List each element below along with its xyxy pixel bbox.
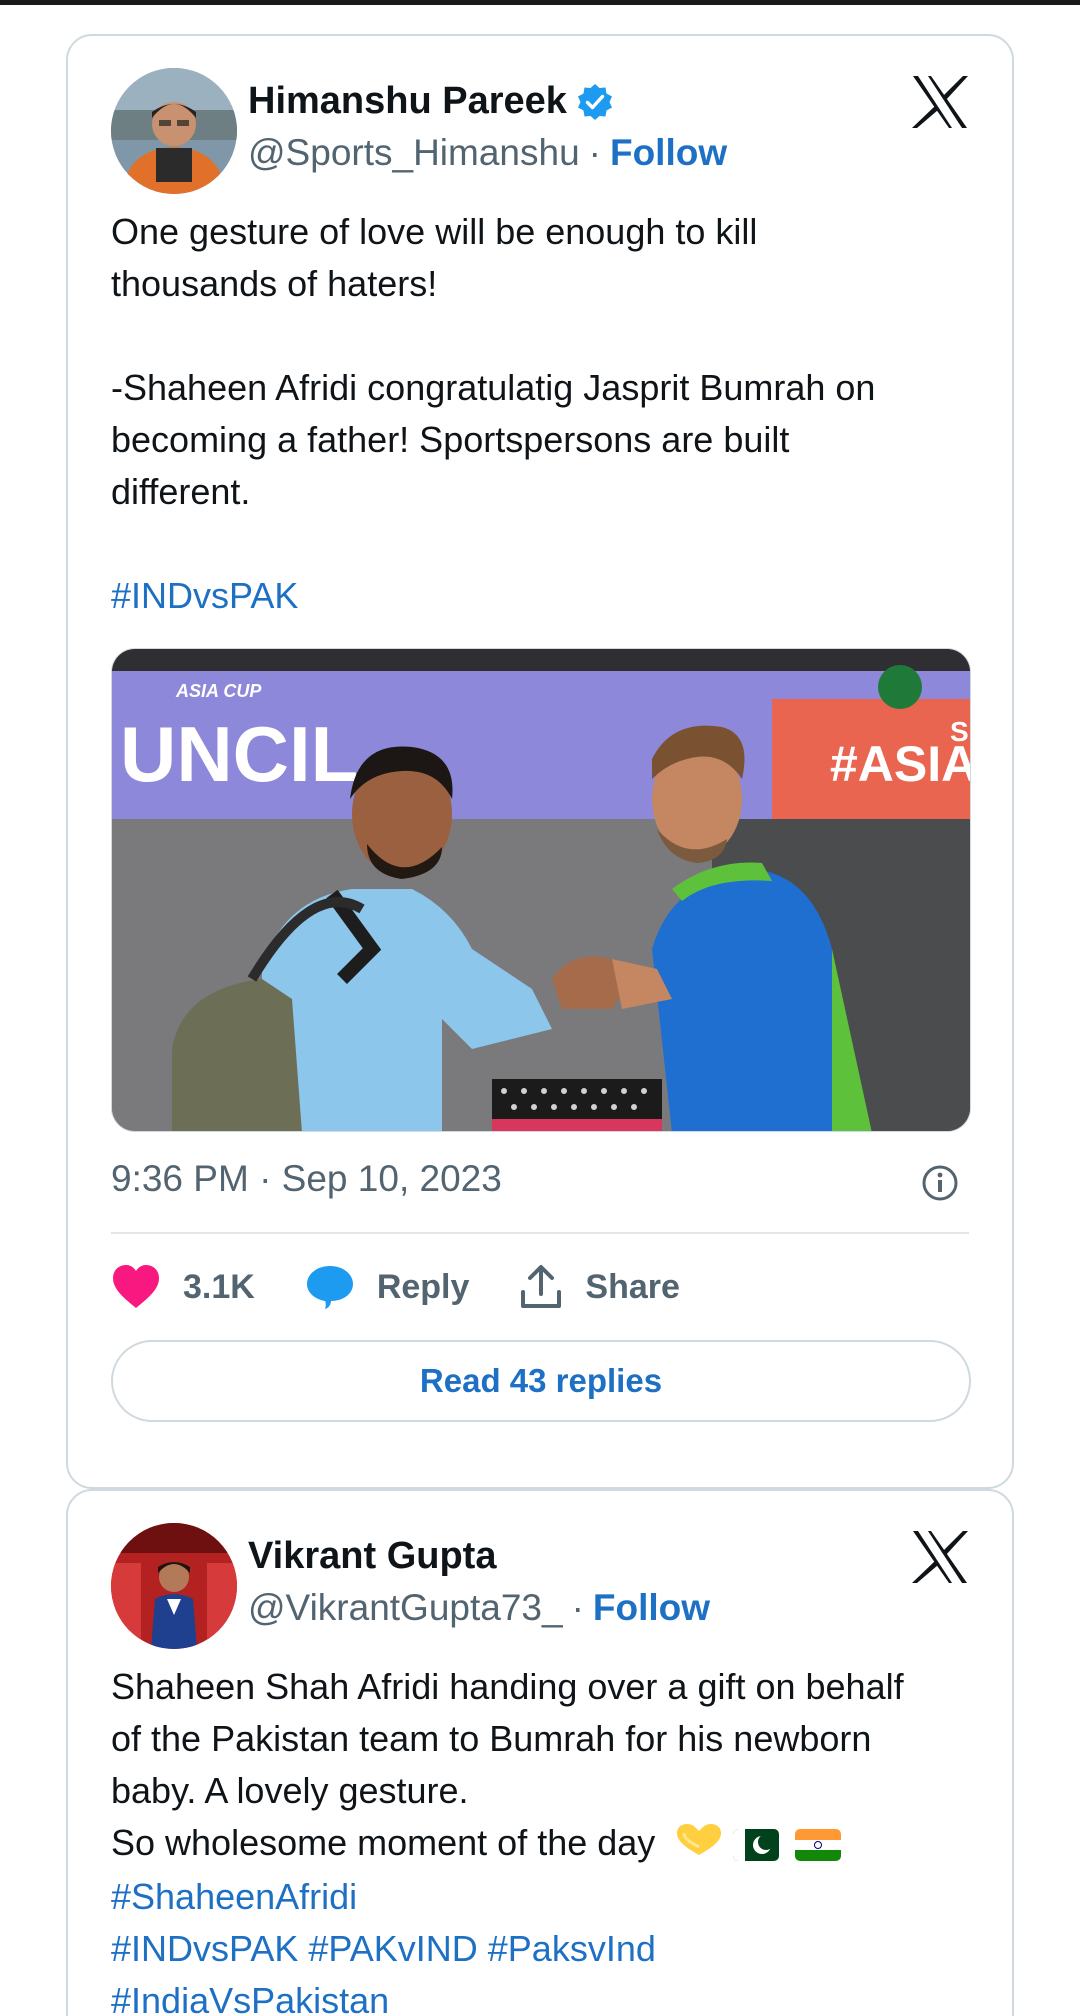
tweet-header: Himanshu Pareek @Sports_Himanshu · Follo… xyxy=(111,36,969,206)
tweet-text-line: One gesture of love will be enough to ki… xyxy=(111,211,758,252)
pakistan-flag-emoji xyxy=(733,1829,780,1862)
separator-dot: · xyxy=(588,132,601,173)
tweet-text-line: thousands of haters! xyxy=(111,263,438,304)
info-icon[interactable] xyxy=(921,1164,959,1202)
reply-button[interactable]: Reply xyxy=(305,1264,470,1310)
hashtag-link[interactable]: #ShaheenAfridi xyxy=(111,1871,969,1923)
share-label: Share xyxy=(585,1267,680,1306)
x-logo-icon[interactable] xyxy=(911,1529,969,1585)
tweet-card-1[interactable]: Himanshu Pareek @Sports_Himanshu · Follo… xyxy=(66,34,1014,1489)
heart-icon xyxy=(113,1265,159,1308)
separator-dot: · xyxy=(571,1587,584,1628)
follow-button[interactable]: Follow xyxy=(593,1587,710,1629)
author-name[interactable]: Himanshu Pareek xyxy=(248,80,567,123)
tweet-text-line: becoming a father! Sportspersons are bui… xyxy=(111,419,790,460)
x-logo-icon[interactable] xyxy=(911,74,969,130)
tweet-text-line: -Shaheen Afridi congratulatig Jasprit Bu… xyxy=(111,367,876,408)
tweet-card-2[interactable]: Vikrant Gupta @VikrantGupta73_ · Follow … xyxy=(66,1489,1014,2016)
avatar[interactable] xyxy=(111,1523,237,1649)
share-icon xyxy=(521,1265,562,1308)
reply-label: Reply xyxy=(376,1267,470,1306)
top-divider xyxy=(0,0,1080,5)
tweet-text-segment: So wholesome moment of the day xyxy=(111,1822,656,1863)
yellow-heart-emoji xyxy=(675,1819,723,1871)
handle-row: @VikrantGupta73_ · Follow xyxy=(248,1587,710,1629)
verified-badge-icon xyxy=(577,83,612,120)
share-button[interactable]: Share xyxy=(519,1264,680,1310)
tweet-text-line: of the Pakistan team to Bumrah for his n… xyxy=(111,1718,872,1759)
tweet-text-line xyxy=(111,310,969,362)
author-handle[interactable]: @Sports_Himanshu xyxy=(248,132,580,174)
timestamp[interactable]: 9:36 PM · Sep 10, 2023 xyxy=(111,1158,502,1200)
banner-text-right-small: S xyxy=(950,716,969,747)
tweet-text-line: baby. A lovely gesture. xyxy=(111,1770,469,1811)
tweet-header: Vikrant Gupta @VikrantGupta73_ · Follow xyxy=(111,1491,969,1661)
handle-row: @Sports_Himanshu · Follow xyxy=(248,132,727,174)
avatar[interactable] xyxy=(111,68,237,194)
tweet-text: One gesture of love will be enough to ki… xyxy=(111,206,969,622)
tweet-meta: 9:36 PM · Sep 10, 2023 xyxy=(111,1132,969,1234)
read-replies-button[interactable]: Read 43 replies xyxy=(111,1340,971,1422)
tweet-text-line: different. xyxy=(111,471,251,512)
action-bar: 3.1K Reply Share xyxy=(111,1234,969,1340)
author-handle[interactable]: @VikrantGupta73_ xyxy=(248,1587,563,1629)
like-count: 3.1K xyxy=(183,1267,255,1306)
follow-button[interactable]: Follow xyxy=(610,132,727,174)
tweet-text: Shaheen Shah Afridi handing over a gift … xyxy=(111,1661,969,2016)
banner-text-left: UNCIL xyxy=(120,710,358,798)
hashtag-link[interactable]: #INDvsPAK xyxy=(111,570,969,622)
author-name-row: Vikrant Gupta xyxy=(248,1535,496,1578)
reply-bubble-icon xyxy=(306,1266,353,1309)
author-name-row: Himanshu Pareek xyxy=(248,80,615,123)
india-flag-emoji xyxy=(795,1829,842,1862)
tweet-photo[interactable]: UNCIL #ASIA S ASIA CUP xyxy=(111,648,971,1132)
author-name[interactable]: Vikrant Gupta xyxy=(248,1535,496,1578)
tweet-text-line: Shaheen Shah Afridi handing over a gift … xyxy=(111,1666,904,1707)
tweet-text-line-emoji: So wholesome moment of the day xyxy=(111,1817,969,1871)
one-nation-logo xyxy=(878,665,922,709)
hashtag-link[interactable]: #INDvsPAK #PAKvIND #PaksvInd xyxy=(111,1923,969,1975)
asia-cup-logo: ASIA CUP xyxy=(175,681,262,701)
tweet-text-line xyxy=(111,518,969,570)
like-button[interactable]: 3.1K xyxy=(111,1264,255,1310)
hashtag-link[interactable]: #IndiaVsPakistan xyxy=(111,1975,969,2016)
